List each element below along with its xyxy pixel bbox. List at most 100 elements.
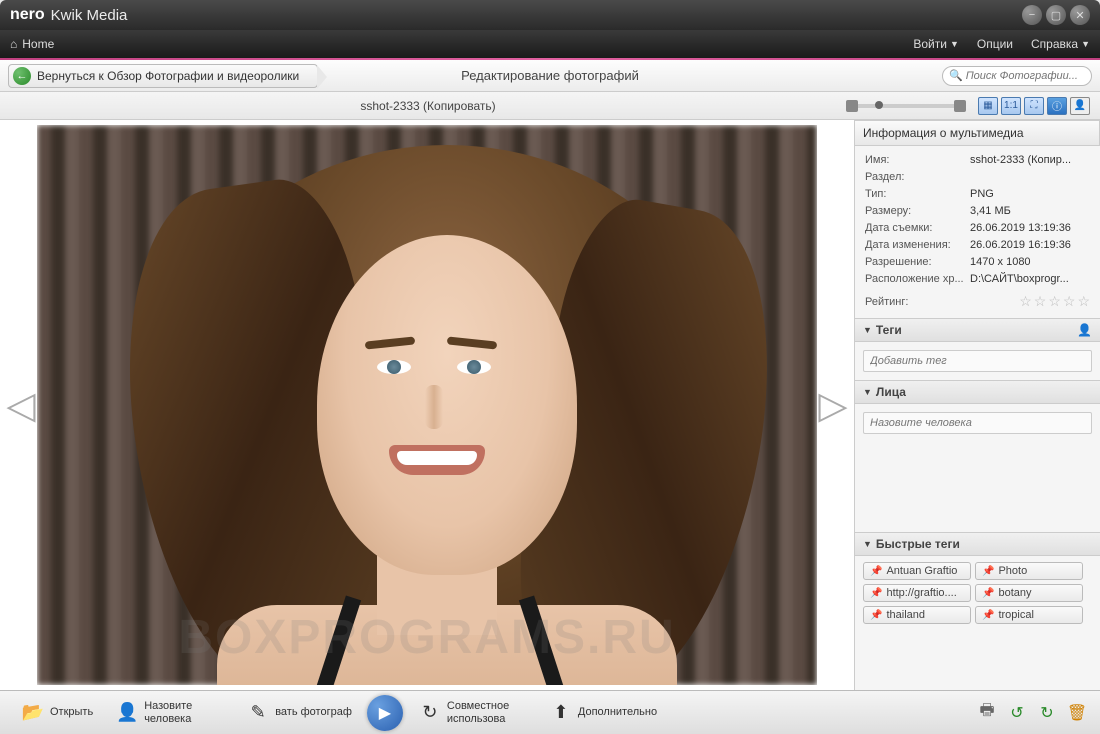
next-photo-button[interactable]: ▷ xyxy=(818,375,848,435)
star-icon[interactable]: ☆ xyxy=(1048,293,1061,310)
open-button[interactable]: 📂 Открыть xyxy=(12,696,102,728)
fit-window-icon[interactable]: ▦ xyxy=(978,97,998,115)
meta-row: Дата съемки:26.06.2019 13:19:36 xyxy=(865,222,1090,234)
delete-icon[interactable]: 🗑 xyxy=(1066,702,1088,724)
meta-key: Имя: xyxy=(865,154,970,166)
zoom-slider[interactable] xyxy=(846,104,966,108)
edit-photo-button[interactable]: ✎ вать фотограф xyxy=(237,696,361,728)
fullscreen-icon[interactable]: ⛶ xyxy=(1024,97,1044,115)
home-icon: ⌂ xyxy=(10,37,17,51)
pin-icon: 📌 xyxy=(870,610,882,621)
quick-tags-header[interactable]: ▼ Быстрые теги xyxy=(855,532,1100,556)
edit-photo-button-icon: ✎ xyxy=(246,701,270,725)
chevron-down-icon: ▼ xyxy=(863,539,872,549)
menubar: ⌂ Home Войти▼ Опции Справка▼ xyxy=(0,30,1100,58)
breadcrumb-bar: ← Вернуться к Обзор Фотографии и видеоро… xyxy=(0,60,1100,92)
quick-tag[interactable]: 📌Photo xyxy=(975,562,1083,580)
rotate-cw-icon[interactable]: ↻ xyxy=(1036,702,1058,724)
minimize-button[interactable]: − xyxy=(1022,5,1042,25)
star-icon[interactable]: ☆ xyxy=(1077,293,1090,310)
name-person-button-label: Назовите человека xyxy=(144,700,224,724)
home-button[interactable]: ⌂ Home xyxy=(10,37,54,51)
quick-tag-label: http://graftio.... xyxy=(886,587,956,599)
faces-section-header[interactable]: ▼ Лица xyxy=(855,380,1100,404)
quick-tag-label: thailand xyxy=(886,609,925,621)
menu-login[interactable]: Войти▼ xyxy=(913,37,959,51)
pin-icon: 📌 xyxy=(982,610,994,621)
pin-icon: 📌 xyxy=(982,566,994,577)
chevron-down-icon: ▼ xyxy=(863,325,872,335)
meta-value: PNG xyxy=(970,188,1090,200)
print-icon[interactable]: 🖶 xyxy=(976,702,998,724)
quick-tag[interactable]: 📌Antuan Graftio xyxy=(863,562,971,580)
back-button[interactable]: ← Вернуться к Обзор Фотографии и видеоро… xyxy=(8,64,318,88)
tag-person-icon[interactable]: 👤 xyxy=(1077,323,1092,337)
meta-value: 26.06.2019 16:19:36 xyxy=(970,239,1090,251)
pin-icon: 📌 xyxy=(982,588,994,599)
chevron-down-icon: ▼ xyxy=(950,39,959,49)
bottom-toolbar: 📂 Открыть 👤Назовите человека ✎ вать фотограф… xyxy=(0,690,1100,734)
photo-viewport: ◁ BOXPROGRAMS.RU ▷ xyxy=(0,120,854,690)
photo-canvas[interactable]: BOXPROGRAMS.RU xyxy=(37,125,817,685)
meta-row: Имя:sshot-2333 (Копир... xyxy=(865,154,1090,166)
meta-value: 1470 x 1080 xyxy=(970,256,1090,268)
user-icon[interactable]: 👤 xyxy=(1070,97,1090,115)
quick-tag[interactable]: 📌 tropical xyxy=(975,606,1083,624)
search-icon: 🔍 xyxy=(949,69,963,82)
file-name: sshot-2333 (Копировать) xyxy=(10,99,846,113)
more-button-label: Дополнительно xyxy=(578,706,657,718)
actual-size-icon[interactable]: 1:1 xyxy=(1001,97,1021,115)
home-label: Home xyxy=(22,37,54,51)
more-button[interactable]: ⬆Дополнительно xyxy=(540,696,666,728)
meta-row: Тип:PNG xyxy=(865,188,1090,200)
edit-photo-button-label: вать фотограф xyxy=(275,706,352,718)
name-face-input[interactable] xyxy=(863,412,1092,434)
star-icon[interactable]: ☆ xyxy=(1019,293,1032,310)
meta-row: Дата изменения:26.06.2019 16:19:36 xyxy=(865,239,1090,251)
rating-label: Рейтинг: xyxy=(865,296,908,308)
meta-row: Разрешение:1470 x 1080 xyxy=(865,256,1090,268)
add-tag-input[interactable] xyxy=(863,350,1092,372)
quick-tag-label: tropical xyxy=(998,609,1033,621)
star-icon[interactable]: ☆ xyxy=(1063,293,1076,310)
open-button-label: Открыть xyxy=(50,706,93,718)
meta-key: Дата изменения: xyxy=(865,239,970,251)
star-icon[interactable]: ☆ xyxy=(1034,293,1047,310)
menu-help[interactable]: Справка▼ xyxy=(1031,37,1090,51)
watermark-text: BOXPROGRAMS.RU xyxy=(37,610,817,665)
rotate-ccw-icon[interactable]: ↺ xyxy=(1006,702,1028,724)
share-button[interactable]: ↻Совместное использова xyxy=(409,696,536,728)
name-person-button[interactable]: 👤Назовите человека xyxy=(106,696,233,728)
chevron-down-icon: ▼ xyxy=(863,387,872,397)
maximize-button[interactable]: ▢ xyxy=(1046,5,1066,25)
search-box[interactable]: 🔍 xyxy=(942,66,1092,86)
meta-key: Размеру: xyxy=(865,205,970,217)
info-icon[interactable]: ⓘ xyxy=(1047,97,1067,115)
open-button-icon: 📂 xyxy=(21,701,45,725)
app-logo: nero Kwik Media xyxy=(10,6,127,24)
info-panel-title: Информация о мультимедиа xyxy=(855,120,1100,146)
pin-icon: 📌 xyxy=(870,566,882,577)
tags-section-header[interactable]: ▼ Теги 👤 xyxy=(855,318,1100,342)
meta-value: D:\САЙТ\boxprogr... xyxy=(970,273,1090,285)
search-input[interactable] xyxy=(966,70,1085,82)
name-person-button-icon: 👤 xyxy=(115,701,139,725)
info-sidebar: Информация о мультимедиа Имя:sshot-2333 … xyxy=(854,120,1100,690)
meta-key: Разрешение: xyxy=(865,256,970,268)
play-slideshow-button[interactable]: ▶ xyxy=(367,695,403,731)
menu-options[interactable]: Опции xyxy=(977,37,1013,51)
prev-photo-button[interactable]: ◁ xyxy=(6,375,36,435)
file-row: sshot-2333 (Копировать) ▦ 1:1 ⛶ ⓘ 👤 xyxy=(0,92,1100,120)
meta-key: Расположение хр... xyxy=(865,273,970,285)
quick-tag[interactable]: 📌 thailand xyxy=(863,606,971,624)
close-button[interactable]: ✕ xyxy=(1070,5,1090,25)
back-label: Вернуться к Обзор Фотографии и видеороли… xyxy=(37,69,299,83)
quick-tag[interactable]: 📌 http://graftio.... xyxy=(863,584,971,602)
brand-text: nero xyxy=(10,6,45,24)
pin-icon: 📌 xyxy=(870,588,882,599)
chevron-down-icon: ▼ xyxy=(1081,39,1090,49)
meta-row: Раздел: xyxy=(865,171,1090,183)
meta-value: sshot-2333 (Копир... xyxy=(970,154,1090,166)
share-button-icon: ↻ xyxy=(418,701,442,725)
quick-tag[interactable]: 📌botany xyxy=(975,584,1083,602)
